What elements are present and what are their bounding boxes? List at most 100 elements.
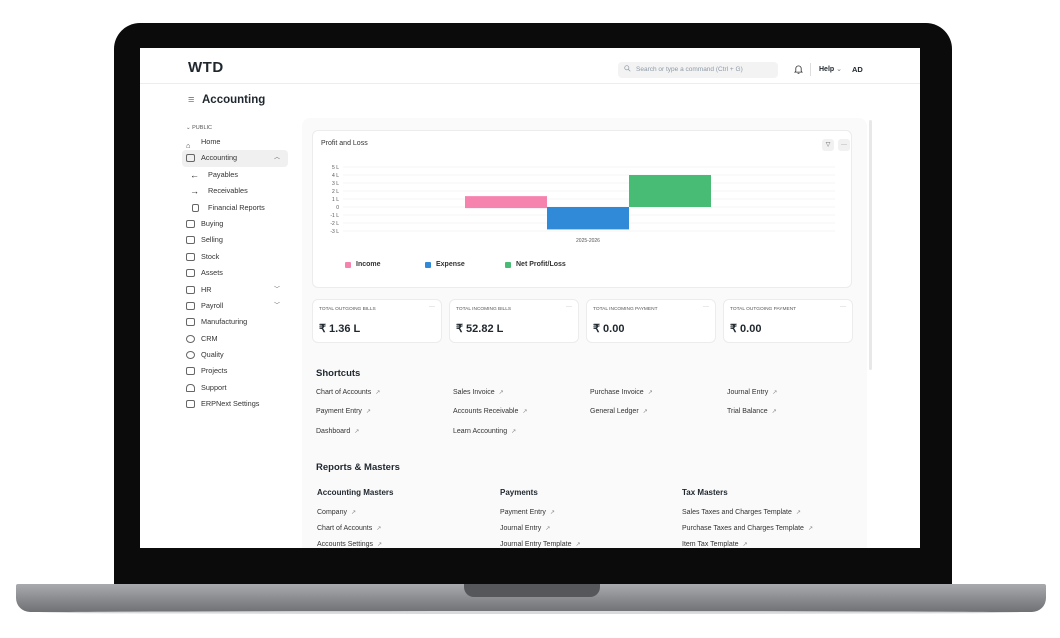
more-icon[interactable]: ··· xyxy=(838,139,850,151)
external-arrow-icon: ↗ xyxy=(376,526,382,532)
sidebar-item-quality[interactable]: Quality xyxy=(182,347,288,363)
shortcuts-heading: Shortcuts xyxy=(316,368,361,379)
sidebar-item-assets[interactable]: Assets xyxy=(182,265,288,281)
report-link[interactable]: Payment Entry ↗ xyxy=(500,509,555,516)
shortcut-label: Payment Entry xyxy=(316,408,362,415)
shortcut-label: Trial Balance xyxy=(727,408,768,415)
search-icon xyxy=(624,65,631,72)
y-tick-label: 0 xyxy=(336,205,339,211)
shortcut-link[interactable]: Dashboard ↗ xyxy=(316,428,359,435)
sidebar-item-stock[interactable]: Stock xyxy=(182,249,288,265)
number-card-outgoing-bills[interactable]: TOTAL OUTGOING BILLS ··· ₹ 1.36 L xyxy=(312,299,442,343)
report-label: Payment Entry xyxy=(500,509,546,516)
help-dropdown[interactable]: Help ⌄ xyxy=(819,65,842,73)
shortcut-link[interactable]: Learn Accounting ↗ xyxy=(453,428,516,435)
more-icon[interactable]: ··· xyxy=(566,304,572,310)
number-card-incoming-payment[interactable]: TOTAL INCOMING PAYMENT ··· ₹ 0.00 xyxy=(586,299,716,343)
sidebar-item-manufacturing[interactable]: Manufacturing xyxy=(182,314,288,330)
sidebar-item-selling[interactable]: Selling xyxy=(182,232,288,248)
avatar[interactable]: AD xyxy=(852,65,863,74)
x-tick-label: 2025-2026 xyxy=(576,238,600,244)
card-icon xyxy=(186,236,195,245)
sidebar-item-financial-reports[interactable]: Financial Reports xyxy=(182,200,288,216)
external-arrow-icon: ↗ xyxy=(350,510,356,516)
number-card-label: TOTAL INCOMING PAYMENT xyxy=(593,307,658,312)
chevron-up-icon[interactable]: ︿ xyxy=(274,150,280,166)
more-icon[interactable]: ··· xyxy=(703,304,709,310)
number-card-outgoing-payment[interactable]: TOTAL OUTGOING PAYMENT ··· ₹ 0.00 xyxy=(723,299,853,343)
app-logo[interactable]: WTD xyxy=(188,59,224,76)
chevron-down-icon[interactable]: ﹀ xyxy=(274,298,280,314)
report-link[interactable]: Journal Entry ↗ xyxy=(500,525,550,532)
y-tick-label: 2 L xyxy=(332,189,339,195)
y-tick-label: -1 L xyxy=(330,213,339,219)
help-label: Help xyxy=(819,66,835,73)
sidebar-item-label: Quality xyxy=(201,350,224,360)
number-card-label: TOTAL INCOMING BILLS xyxy=(456,307,512,312)
external-arrow-icon: ↗ xyxy=(549,510,555,516)
scrollbar[interactable] xyxy=(869,120,872,370)
filter-icon[interactable]: ▽ xyxy=(822,139,834,151)
sidebar-item-erpnext-settings[interactable]: ERPNext Settings xyxy=(182,396,288,412)
sidebar-item-payables[interactable]: ← Payables xyxy=(182,167,288,183)
sidebar-item-label: Financial Reports xyxy=(208,202,265,212)
reports-heading: Reports & Masters xyxy=(316,462,400,473)
shortcut-link[interactable]: Payment Entry ↗ xyxy=(316,408,371,415)
sidebar-item-projects[interactable]: Projects xyxy=(182,363,288,379)
external-arrow-icon: ↗ xyxy=(575,542,581,548)
app-screen: WTD Search or type a command (Ctrl + G) … xyxy=(140,48,920,548)
shortcut-link[interactable]: Sales Invoice ↗ xyxy=(453,389,504,396)
report-link[interactable]: Sales Taxes and Charges Template ↗ xyxy=(682,509,801,516)
y-tick-label: -2 L xyxy=(330,221,339,227)
external-arrow-icon: ↗ xyxy=(522,409,528,415)
accounting-icon xyxy=(186,154,195,163)
number-card-incoming-bills[interactable]: TOTAL INCOMING BILLS ··· ₹ 52.82 L xyxy=(449,299,579,343)
shortcut-link[interactable]: Purchase Invoice ↗ xyxy=(590,389,653,396)
sidebar-item-buying[interactable]: Buying xyxy=(182,216,288,232)
more-icon[interactable]: ··· xyxy=(840,304,846,310)
more-icon[interactable]: ··· xyxy=(429,304,435,310)
external-arrow-icon: ↗ xyxy=(377,542,383,548)
external-arrow-icon: ↗ xyxy=(511,429,517,435)
legend-swatch xyxy=(425,262,431,268)
menu-icon[interactable]: ≡ xyxy=(188,94,194,106)
sidebar-item-label: Assets xyxy=(201,268,223,278)
shortcut-link[interactable]: Chart of Accounts ↗ xyxy=(316,389,380,396)
report-label: Sales Taxes and Charges Template xyxy=(682,509,792,516)
report-link[interactable]: Journal Entry Template ↗ xyxy=(500,541,581,548)
sidebar-item-label: Payables xyxy=(208,169,239,179)
external-arrow-icon: ↗ xyxy=(545,526,551,532)
sidebar-item-support[interactable]: Support xyxy=(182,380,288,396)
sidebar-item-home[interactable]: ⌂ Home xyxy=(182,134,288,150)
shortcut-link[interactable]: General Ledger ↗ xyxy=(590,408,648,415)
report-link[interactable]: Company ↗ xyxy=(317,509,356,516)
y-tick-label: -3 L xyxy=(330,229,339,235)
search-input[interactable]: Search or type a command (Ctrl + G) xyxy=(618,62,778,78)
report-link[interactable]: Purchase Taxes and Charges Template ↗ xyxy=(682,525,813,532)
shortcut-link[interactable]: Journal Entry ↗ xyxy=(727,389,777,396)
shortcut-link[interactable]: Accounts Receivable ↗ xyxy=(453,408,527,415)
crm-icon xyxy=(186,334,195,343)
sidebar-item-hr[interactable]: HR ﹀ xyxy=(182,282,288,298)
shortcut-label: General Ledger xyxy=(590,408,639,415)
sidebar-item-label: ERPNext Settings xyxy=(201,399,260,409)
legend-label: Expense xyxy=(436,261,465,268)
sidebar-item-accounting[interactable]: Accounting ︿ xyxy=(182,150,288,167)
shortcut-link[interactable]: Trial Balance ↗ xyxy=(727,408,777,415)
tax-masters-heading: Tax Masters xyxy=(682,488,728,497)
sidebar-section[interactable]: ⌄ PUBLIC xyxy=(186,123,288,134)
shortcut-label: Sales Invoice xyxy=(453,389,495,396)
sidebar-item-crm[interactable]: CRM xyxy=(182,331,288,347)
report-link[interactable]: Accounts Settings ↗ xyxy=(317,541,382,548)
y-tick-label: 4 L xyxy=(332,173,339,179)
bell-icon[interactable] xyxy=(794,64,803,74)
chevron-down-icon[interactable]: ﹀ xyxy=(274,282,280,298)
external-arrow-icon: ↗ xyxy=(375,390,381,396)
report-link[interactable]: Item Tax Template ↗ xyxy=(682,541,748,548)
sidebar-item-receivables[interactable]: → Receivables xyxy=(182,183,288,199)
sidebar-item-payroll[interactable]: Payroll ﹀ xyxy=(182,298,288,314)
shortcut-label: Learn Accounting xyxy=(453,428,508,435)
report-link[interactable]: Chart of Accounts ↗ xyxy=(317,525,381,532)
number-card-label: TOTAL OUTGOING PAYMENT xyxy=(730,307,797,312)
navbar: WTD Search or type a command (Ctrl + G) … xyxy=(140,48,920,84)
